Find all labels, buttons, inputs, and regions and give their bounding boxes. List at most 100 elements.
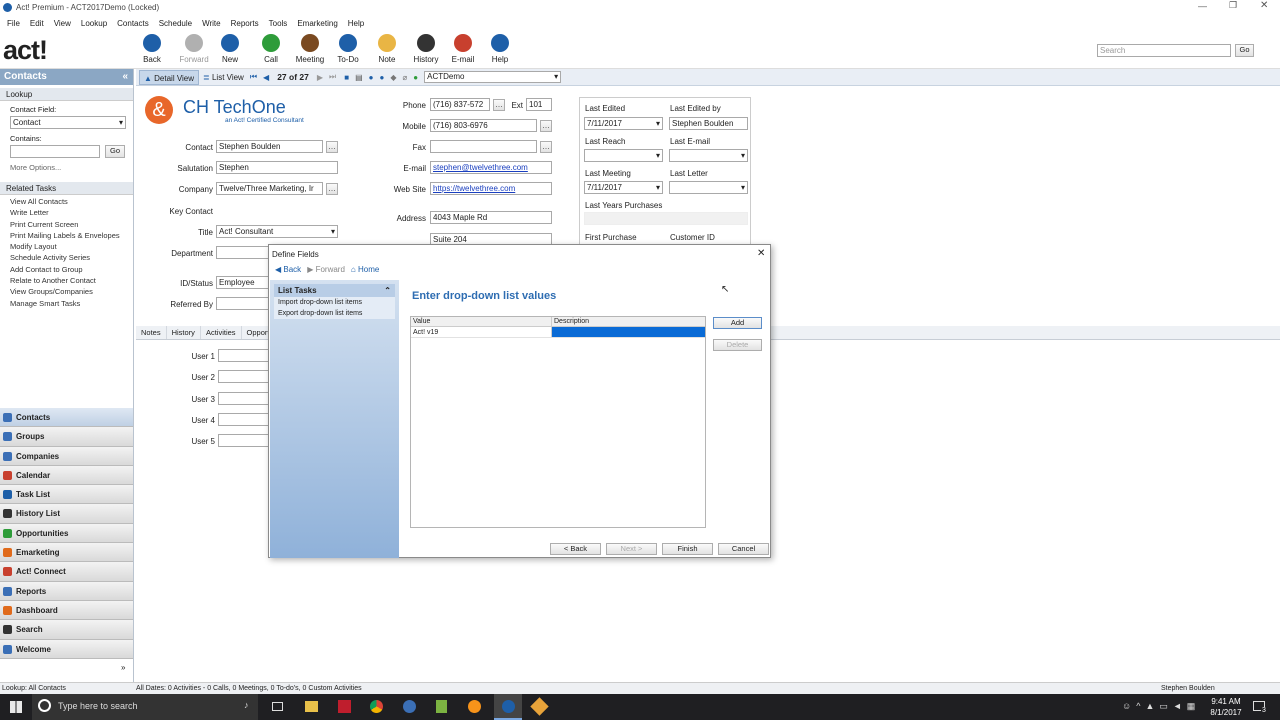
fax-field[interactable] xyxy=(430,140,537,153)
microphone-icon[interactable]: ♪ xyxy=(244,700,249,710)
menu-write[interactable]: Write xyxy=(197,19,226,28)
layout-select[interactable]: ACTDemo xyxy=(424,71,562,83)
menu-emarketing[interactable]: Emarketing xyxy=(292,19,342,28)
first-record-icon[interactable]: ⏮ xyxy=(250,72,257,82)
nav-actconnect[interactable]: Act! Connect xyxy=(0,562,133,582)
nav-contacts[interactable]: Contacts xyxy=(0,408,133,428)
phone-options-button[interactable]: … xyxy=(493,99,505,111)
forward-button[interactable]: Forward xyxy=(175,34,213,64)
contact-icon[interactable]: ● xyxy=(369,73,374,82)
print-icon[interactable]: ▤ xyxy=(355,73,363,82)
related-task-link[interactable]: View Groups/Companies xyxy=(0,286,133,297)
notepad-icon[interactable] xyxy=(436,700,447,713)
last-edited-field[interactable]: 7/11/2017 xyxy=(584,117,663,130)
note-button[interactable]: Note xyxy=(368,34,406,64)
related-task-link[interactable]: View All Contacts xyxy=(0,196,133,207)
website-field[interactable]: https://twelvethree.com xyxy=(430,182,552,195)
user-field-input[interactable] xyxy=(218,391,270,405)
delete-button[interactable]: Delete xyxy=(713,339,762,351)
description-cell[interactable] xyxy=(552,327,705,337)
act-taskbar-icon[interactable] xyxy=(494,694,522,720)
referred-by-field[interactable] xyxy=(216,297,269,310)
nav-emarketing[interactable]: Emarketing xyxy=(0,543,133,563)
nav-calendar[interactable]: Calendar xyxy=(0,465,133,486)
value-cell[interactable]: Act! v19 xyxy=(411,327,552,337)
collapse-tasks-icon[interactable]: ⌃ xyxy=(384,284,391,297)
attach-icon[interactable]: ⌀ xyxy=(402,73,407,82)
task-view-icon[interactable] xyxy=(272,702,283,711)
menu-file[interactable]: File xyxy=(2,19,25,28)
contact-field[interactable]: Stephen Boulden xyxy=(216,140,323,153)
last-record-icon[interactable]: ⏭ xyxy=(329,72,336,82)
clock[interactable]: 9:41 AM 8/1/2017 xyxy=(1206,696,1246,718)
company-lookup-button[interactable]: … xyxy=(326,183,338,195)
detail-view-button[interactable]: ▲ Detail View xyxy=(139,69,200,85)
search-input[interactable]: Search xyxy=(1097,44,1231,57)
user-field-input[interactable] xyxy=(218,434,270,448)
last-meeting-field[interactable]: 7/11/2017 xyxy=(584,181,663,194)
last-years-purchases-field[interactable] xyxy=(584,212,748,225)
close-icon[interactable]: ✕ xyxy=(1260,0,1268,11)
tab-notes[interactable]: Notes xyxy=(136,326,167,339)
bitcoin-icon[interactable] xyxy=(468,700,481,713)
todo-button[interactable]: To-Do xyxy=(329,34,367,64)
title-select[interactable]: Act! Consultant xyxy=(216,225,338,238)
description-column-header[interactable]: Description xyxy=(552,317,705,326)
more-options-link[interactable]: More Options... xyxy=(0,163,133,172)
email-button[interactable]: E-mail xyxy=(444,34,482,64)
mobile-field[interactable]: (716) 803-6976 xyxy=(430,119,537,132)
tab-history[interactable]: History xyxy=(167,326,201,339)
previous-record-icon[interactable]: ◀ xyxy=(263,73,269,82)
app-hex-icon[interactable] xyxy=(530,697,549,716)
search-go-button[interactable]: Go xyxy=(1235,44,1254,57)
menu-schedule[interactable]: Schedule xyxy=(154,19,197,28)
user-field-input[interactable] xyxy=(218,412,270,426)
department-field[interactable] xyxy=(216,246,269,259)
tag-icon[interactable]: ◆ xyxy=(390,73,396,82)
menu-lookup[interactable]: Lookup xyxy=(76,19,112,28)
fax-options-button[interactable]: … xyxy=(540,141,552,153)
user-field-input[interactable] xyxy=(218,370,270,384)
next-record-icon[interactable]: ▶ xyxy=(317,73,323,82)
nav-companies[interactable]: Companies xyxy=(0,446,133,466)
menu-help[interactable]: Help xyxy=(343,19,369,28)
mobile-options-button[interactable]: … xyxy=(540,120,552,132)
last-email-field[interactable] xyxy=(669,149,748,162)
new-button[interactable]: New xyxy=(211,34,249,64)
back-step-button[interactable]: < Back xyxy=(550,543,601,555)
people-icon[interactable]: ☺ xyxy=(1122,701,1136,711)
menu-view[interactable]: View xyxy=(49,19,76,28)
nav-dashboard[interactable]: Dashboard xyxy=(0,600,133,621)
phone-field[interactable]: (716) 837-572 xyxy=(430,98,490,111)
dialog-back-button[interactable]: ◀ Back xyxy=(275,265,301,274)
back-button[interactable]: Back xyxy=(133,34,171,64)
dialog-task-link[interactable]: Import drop-down list items xyxy=(274,297,395,308)
add-button[interactable]: Add xyxy=(713,317,762,329)
restore-icon[interactable]: ❐ xyxy=(1229,0,1237,11)
address-line1-field[interactable]: 4043 Maple Rd xyxy=(430,211,552,224)
dialog-close-icon[interactable]: ✕ xyxy=(757,248,765,259)
volume-icon[interactable]: ◄ xyxy=(1173,701,1187,711)
ext-field[interactable]: 101 xyxy=(526,98,552,111)
next-step-button[interactable]: Next > xyxy=(606,543,657,555)
last-edited-by-field[interactable]: Stephen Boulden xyxy=(669,117,748,130)
tab-activities[interactable]: Activities xyxy=(201,326,242,339)
related-task-link[interactable]: Modify Layout xyxy=(0,241,133,252)
taskbar-search[interactable]: Type here to search ♪ xyxy=(32,694,258,720)
keyboard-icon[interactable]: ▦ xyxy=(1187,701,1201,711)
map-pin-icon[interactable]: ● xyxy=(413,73,418,82)
dialog-forward-button[interactable]: ▶ Forward xyxy=(307,265,345,274)
dialog-home-button[interactable]: ⌂ Home xyxy=(351,265,379,274)
company-field[interactable]: Twelve/Three Marketing, Ir xyxy=(216,182,323,195)
lookup-go-button[interactable]: Go xyxy=(105,145,125,158)
id-status-field[interactable]: Employee xyxy=(216,276,269,289)
help-button[interactable]: Help xyxy=(481,34,519,64)
menu-edit[interactable]: Edit xyxy=(25,19,49,28)
group-icon[interactable]: ● xyxy=(379,73,384,82)
salutation-field[interactable]: Stephen xyxy=(216,161,338,174)
nav-groups[interactable]: Groups xyxy=(0,427,133,447)
nav-search[interactable]: Search xyxy=(0,620,133,640)
dialog-task-link[interactable]: Export drop-down list items xyxy=(274,308,395,319)
menu-reports[interactable]: Reports xyxy=(226,19,264,28)
related-task-link[interactable]: Relate to Another Contact xyxy=(0,275,133,286)
